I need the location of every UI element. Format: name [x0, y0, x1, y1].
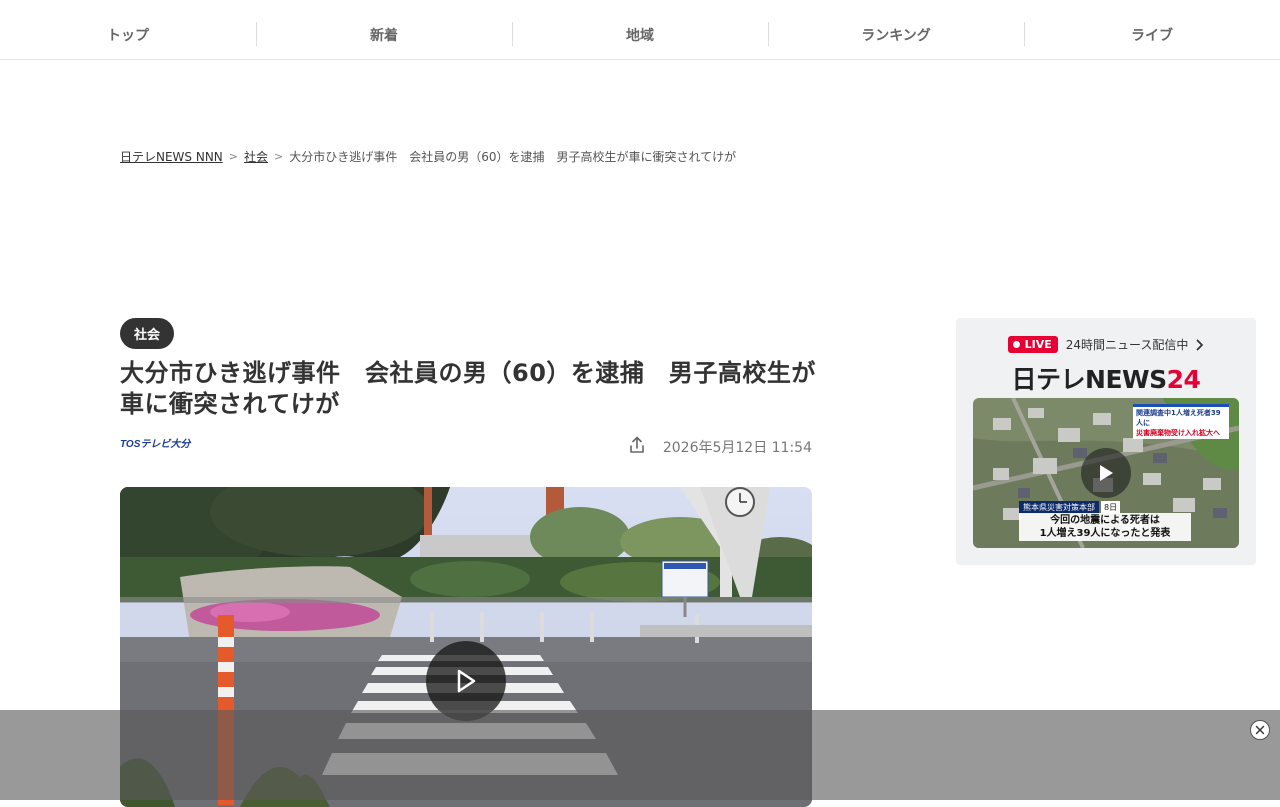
play-icon	[1100, 465, 1113, 481]
article-title-line2: 車に衝突されてけが	[120, 390, 340, 418]
caption-main: 今回の地震による死者は 1人増え39人になったと発表	[1019, 513, 1191, 541]
breadcrumb-current: 大分市ひき逃げ事件 会社員の男（60）を逮捕 男子高校生が車に衝突されてけが	[289, 150, 737, 164]
nav-item-label: 地域	[626, 27, 654, 44]
article-title-line1: 大分市ひき逃げ事件 会社員の男（60）を逮捕 男子高校生が	[120, 359, 816, 387]
brand-logo-24: 24	[1166, 365, 1201, 394]
nav-item-ranking[interactable]: ランキング	[768, 0, 1024, 59]
brand-logo: 日テレNEWS24	[956, 360, 1256, 396]
live-thumbnail[interactable]: 関連調査中1人増え死者39人に 災害廃棄物受け入れ拡大へ 熊本県災害対策本部 8…	[973, 398, 1239, 548]
caption-main-line2: 1人増え39人になったと発表	[1039, 528, 1171, 539]
live-play-button[interactable]	[1081, 448, 1131, 498]
bottom-ad-overlay	[0, 710, 1280, 800]
play-icon	[457, 669, 476, 693]
video-play-button[interactable]	[426, 641, 506, 721]
breadcrumb-category-link[interactable]: 社会	[244, 148, 268, 165]
close-icon	[1255, 725, 1265, 735]
top-navigation: トップ 新着 地域 ランキング ライブ	[0, 0, 1280, 60]
category-badge[interactable]: 社会	[120, 318, 174, 349]
thumbnail-caption-topright: 関連調査中1人増え死者39人に 災害廃棄物受け入れ拡大へ	[1133, 404, 1229, 439]
caption-main-line1: 今回の地震による死者は	[1050, 515, 1160, 526]
nav-item-region[interactable]: 地域	[512, 0, 768, 59]
publish-date: 2026年5月12日 11:54	[662, 440, 812, 456]
article-title: 大分市ひき逃げ事件 会社員の男（60）を逮捕 男子高校生が 車に衝突されてけが	[120, 358, 820, 420]
nav-item-label: 新着	[370, 27, 398, 44]
breadcrumb: 日テレNEWS NNN > 社会 > 大分市ひき逃げ事件 会社員の男（60）を逮…	[120, 148, 736, 165]
share-button[interactable]	[626, 434, 648, 456]
nav-item-top[interactable]: トップ	[0, 0, 256, 59]
caption-top-line1: 関連調査中1人増え死者39人に	[1136, 409, 1221, 427]
chevron-right-icon	[1197, 339, 1204, 350]
close-ad-button[interactable]	[1250, 720, 1270, 740]
breadcrumb-separator: >	[228, 150, 239, 163]
live-stream-card: LIVE 24時間ニュース配信中 日テレNEWS24 関連調査中1人増え死者39…	[956, 318, 1256, 565]
nav-item-live[interactable]: ライブ	[1024, 0, 1280, 59]
live-stream-text: 24時間ニュース配信中	[1065, 338, 1189, 352]
source-name: TOSテレビ大分	[120, 438, 192, 449]
tos-logo-icon: TOSテレビ大分	[120, 438, 192, 449]
live-badge-label: LIVE	[1024, 338, 1052, 351]
nav-item-new[interactable]: 新着	[256, 0, 512, 59]
share-icon	[630, 436, 644, 453]
source-logo: TOSテレビ大分	[120, 436, 194, 450]
breadcrumb-separator: >	[274, 150, 284, 163]
nav-item-label: ランキング	[861, 27, 931, 44]
breadcrumb-home-link[interactable]: 日テレNEWS NNN	[120, 148, 223, 165]
brand-logo-main: 日テレNEWS	[1011, 365, 1168, 394]
live-badge: LIVE	[1007, 336, 1058, 353]
live-stream-link[interactable]: LIVE 24時間ニュース配信中	[956, 336, 1256, 353]
nav-item-label: ライブ	[1131, 27, 1173, 44]
caption-top-line2: 災害廃棄物受け入れ拡大へ	[1136, 429, 1220, 437]
live-dot-icon	[1012, 341, 1020, 348]
nav-item-label: トップ	[107, 27, 149, 44]
